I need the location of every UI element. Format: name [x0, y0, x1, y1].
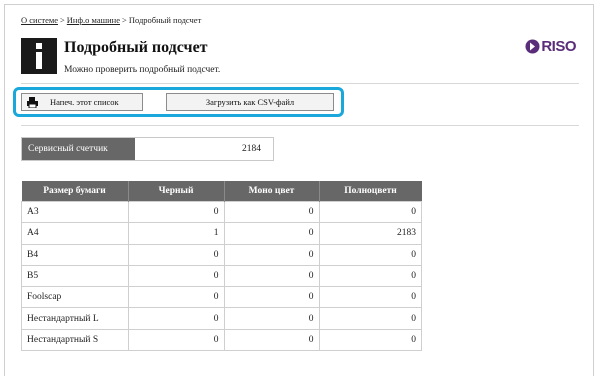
breadcrumb-separator: >: [122, 15, 127, 25]
breadcrumb-link-machine-info[interactable]: Инф.о машине: [67, 15, 120, 25]
table-row: B4 0 0 0: [21, 243, 422, 266]
cell-mono: 0: [223, 286, 320, 309]
page-subtitle: Можно проверить подробный подсчет.: [64, 65, 221, 75]
riso-logo: RISO: [525, 37, 576, 55]
table-row: A3 0 0 0: [21, 200, 422, 224]
cell-paper-size: A3: [21, 200, 129, 224]
breadcrumb-separator: >: [60, 15, 65, 25]
table-row: Foolscap 0 0 0: [21, 286, 422, 309]
cell-black: 0: [127, 307, 225, 330]
cell-black: 0: [127, 328, 225, 352]
cell-paper-size: Нестандартный S: [21, 328, 129, 352]
riso-logo-text: RISO: [541, 37, 576, 55]
page-title: Подробный подсчет: [64, 39, 208, 56]
cell-black: 0: [127, 286, 225, 309]
download-csv-label: Загрузить как CSV-файл: [205, 97, 295, 107]
cell-full-color: 0: [318, 200, 422, 224]
info-icon: [21, 38, 57, 74]
printer-icon: [27, 96, 38, 108]
table-row: Нестандартный S 0 0 0: [21, 328, 422, 352]
breadcrumb-link-system[interactable]: О системе: [21, 15, 58, 25]
cell-black: 0: [127, 264, 225, 288]
table-row: A4 1 0 2183: [21, 222, 422, 245]
breadcrumb: О системе > Инф.о машине > Подробный подсчет: [21, 15, 201, 25]
cell-full-color: 0: [318, 243, 422, 266]
cell-paper-size: Foolscap: [21, 286, 129, 309]
print-list-label: Напеч. этот список: [50, 97, 119, 107]
cell-paper-size: B4: [21, 243, 129, 266]
cell-paper-size: A4: [21, 222, 129, 245]
cell-mono: 0: [223, 243, 320, 266]
table-header-row: Размер бумаги Черный Моно цвет Полноцвет…: [21, 181, 422, 202]
cell-full-color: 0: [318, 328, 422, 352]
column-header-full-color: Полноцветн: [318, 181, 422, 202]
cell-paper-size: Нестандартный L: [21, 307, 129, 330]
table-row: B5 0 0 0: [21, 264, 422, 288]
cell-full-color: 0: [318, 307, 422, 330]
download-csv-button[interactable]: Загрузить как CSV-файл: [166, 93, 334, 111]
cell-mono: 0: [223, 307, 320, 330]
service-counter: Сервисный счетчик 2184: [21, 137, 274, 161]
cell-mono: 0: [223, 328, 320, 352]
cell-full-color: 0: [318, 286, 422, 309]
print-list-button[interactable]: Напеч. этот список: [21, 93, 143, 111]
column-header-paper-size: Размер бумаги: [21, 181, 128, 202]
column-header-black: Черный: [127, 181, 224, 202]
cell-black: 1: [127, 222, 225, 245]
riso-logo-mark-icon: [525, 39, 540, 53]
cell-mono: 0: [223, 222, 320, 245]
cell-full-color: 2183: [318, 222, 422, 245]
table-row: Нестандартный L 0 0 0: [21, 307, 422, 330]
cell-black: 0: [127, 243, 225, 266]
paper-size-count-table: Размер бумаги Черный Моно цвет Полноцвет…: [21, 181, 422, 352]
cell-mono: 0: [223, 200, 320, 224]
column-header-mono: Моно цвет: [223, 181, 319, 202]
breadcrumb-current: Подробный подсчет: [128, 15, 202, 25]
service-counter-value: 2184: [135, 138, 273, 160]
section-divider: [21, 125, 579, 126]
cell-black: 0: [127, 200, 225, 224]
cell-full-color: 0: [318, 264, 422, 288]
cell-paper-size: B5: [21, 264, 129, 288]
header-divider: [21, 83, 579, 84]
service-counter-label: Сервисный счетчик: [22, 138, 135, 160]
cell-mono: 0: [223, 264, 320, 288]
